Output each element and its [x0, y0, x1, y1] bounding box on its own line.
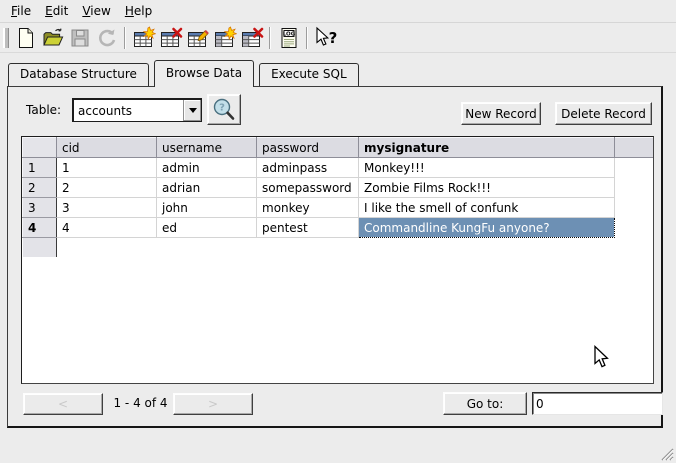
grid-header-row: cid username password mysignature: [23, 138, 654, 158]
log-icon: LOG: [277, 26, 301, 50]
save-database-icon: [68, 26, 92, 50]
menu-bar: File Edit View Help: [0, 0, 676, 22]
column-header-filler: [615, 138, 654, 158]
modify-table-button[interactable]: [184, 25, 211, 51]
cell-mysignature[interactable]: Zombie Films Rock!!!: [359, 178, 615, 198]
svg-text:LOG: LOG: [282, 31, 295, 37]
create-index-button[interactable]: [211, 25, 238, 51]
app-window: File Edit View Help: [0, 0, 676, 463]
cell-password[interactable]: adminpass: [257, 158, 359, 178]
menu-file[interactable]: File: [4, 2, 38, 20]
cell-username[interactable]: ed: [157, 218, 257, 238]
table-label: Table:: [26, 103, 61, 117]
svg-text:?: ?: [219, 102, 225, 113]
delete-table-button[interactable]: [157, 25, 184, 51]
revert-changes-icon: [95, 26, 119, 50]
goto-button[interactable]: Go to:: [443, 392, 527, 415]
toolbar-separator: [124, 27, 126, 49]
toolbar-separator: [306, 27, 308, 49]
cell-username[interactable]: admin: [157, 158, 257, 178]
delete-table-icon: [159, 26, 183, 50]
toolbar-separator: [269, 27, 271, 49]
browse-data-pane: Table: accounts ? New Record Delete Reco…: [7, 86, 663, 428]
grid-corner-cell[interactable]: [23, 138, 57, 158]
table-select[interactable]: accounts: [72, 98, 202, 122]
toolbar-drag-handle[interactable]: [3, 28, 9, 48]
row-header[interactable]: 2: [23, 178, 57, 198]
cell-cid[interactable]: 3: [57, 198, 157, 218]
delete-index-button[interactable]: [238, 25, 265, 51]
cell-cid[interactable]: 4: [57, 218, 157, 238]
grid-filler-row: [23, 238, 654, 258]
delete-index-icon: [240, 26, 264, 50]
create-index-icon: [213, 26, 237, 50]
magnifier-icon: ?: [210, 96, 238, 124]
tab-bar: Database Structure Browse Data Execute S…: [8, 60, 364, 87]
cell-username[interactable]: john: [157, 198, 257, 218]
status-bar: [0, 430, 676, 463]
cell-cid[interactable]: 1: [57, 158, 157, 178]
create-table-icon: [132, 26, 156, 50]
column-header-username[interactable]: username: [157, 138, 257, 158]
save-database-button[interactable]: [66, 25, 93, 51]
table-row: 1 1 admin adminpass Monkey!!!: [23, 158, 654, 178]
new-database-button[interactable]: [12, 25, 39, 51]
new-database-icon: [14, 26, 38, 50]
tab-browse-data[interactable]: Browse Data: [154, 60, 254, 87]
table-select-dropdown-button[interactable]: [183, 100, 201, 121]
column-header-password[interactable]: password: [257, 138, 359, 158]
log-button[interactable]: LOG: [275, 25, 302, 51]
record-range-label: 1 - 4 of 4: [103, 396, 178, 410]
column-header-mysignature[interactable]: mysignature: [359, 138, 615, 158]
table-row: 4 4 ed pentest Commandline KungFu anyone…: [23, 218, 654, 238]
svg-text:?: ?: [328, 29, 337, 47]
cell-username[interactable]: adrian: [157, 178, 257, 198]
whats-this-button[interactable]: ?: [312, 25, 339, 51]
revert-changes-button[interactable]: [93, 25, 120, 51]
resize-grip[interactable]: [659, 446, 674, 461]
prev-page-button[interactable]: <: [23, 393, 103, 415]
toolbar: LOG ?: [0, 22, 676, 53]
row-header[interactable]: 1: [23, 158, 57, 178]
create-table-button[interactable]: [130, 25, 157, 51]
cell-password[interactable]: somepassword: [257, 178, 359, 198]
chevron-down-icon: [189, 108, 197, 113]
cell-password[interactable]: monkey: [257, 198, 359, 218]
row-header[interactable]: 4: [23, 218, 57, 238]
modify-table-icon: [186, 26, 210, 50]
search-button[interactable]: ?: [207, 94, 241, 125]
tab-execute-sql[interactable]: Execute SQL: [259, 63, 359, 86]
menu-help[interactable]: Help: [118, 2, 159, 20]
open-database-icon: [41, 26, 65, 50]
column-header-cid[interactable]: cid: [57, 138, 157, 158]
cell-mysignature[interactable]: I like the smell of confunk: [359, 198, 615, 218]
new-record-button[interactable]: New Record: [461, 102, 541, 125]
delete-record-button[interactable]: Delete Record: [555, 102, 652, 125]
table-row: 3 3 john monkey I like the smell of conf…: [23, 198, 654, 218]
open-database-button[interactable]: [39, 25, 66, 51]
goto-record-input[interactable]: [532, 392, 663, 415]
menu-edit[interactable]: Edit: [38, 2, 75, 20]
whats-this-icon: ?: [313, 26, 339, 50]
cell-password[interactable]: pentest: [257, 218, 359, 238]
cell-mysignature-selected[interactable]: Commandline KungFu anyone?: [359, 218, 615, 238]
data-grid: cid username password mysignature 1 1 ad…: [21, 136, 654, 384]
row-header[interactable]: 3: [23, 198, 57, 218]
menu-view[interactable]: View: [75, 2, 117, 20]
next-page-button[interactable]: >: [173, 393, 253, 415]
cell-cid[interactable]: 2: [57, 178, 157, 198]
cell-mysignature[interactable]: Monkey!!!: [359, 158, 615, 178]
table-select-value: accounts: [74, 104, 183, 118]
table-row: 2 2 adrian somepassword Zombie Films Roc…: [23, 178, 654, 198]
tab-database-structure[interactable]: Database Structure: [8, 63, 149, 86]
